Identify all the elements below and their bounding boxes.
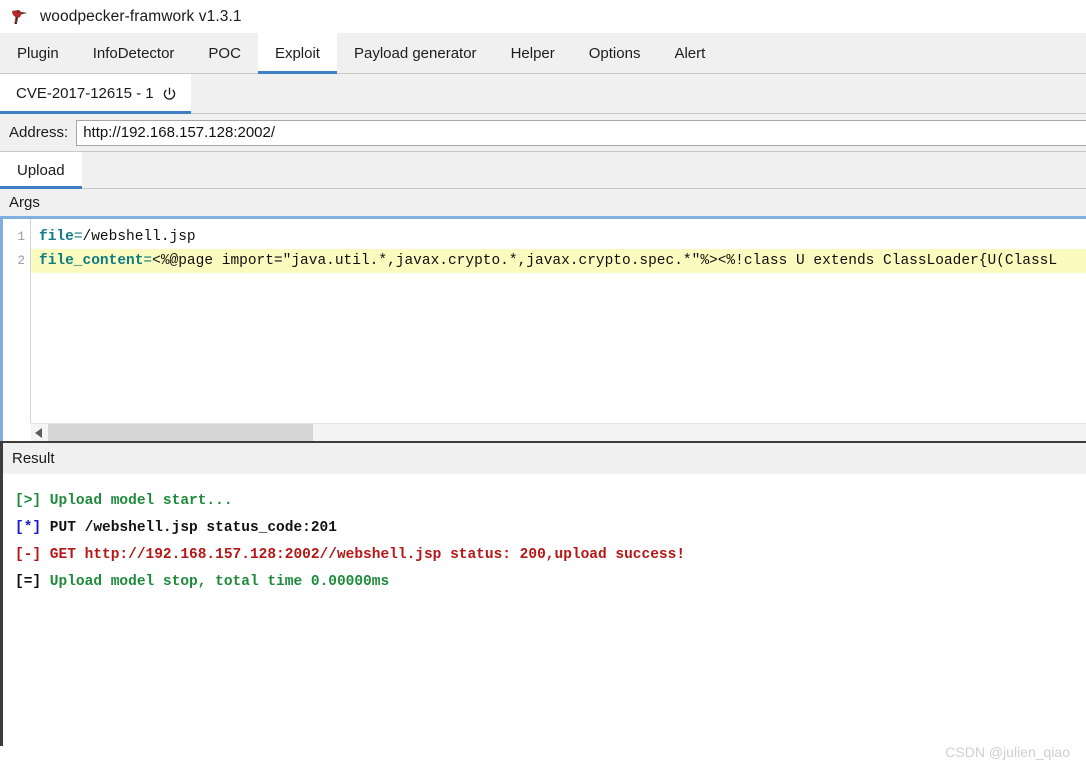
args-code-area[interactable]: file=/webshell.jsp file_content=<%@page … [31,219,1086,423]
tab-options[interactable]: Options [572,33,658,73]
module-tab-label: Upload [17,161,65,179]
tab-payload-generator[interactable]: Payload generator [337,33,494,73]
tab-plugin[interactable]: Plugin [0,33,76,73]
args-editor[interactable]: 1 2 file=/webshell.jsp file_content=<%@p… [0,219,1086,441]
args-label: Args [9,194,40,211]
line-number: 2 [17,254,25,268]
args-key: file [39,229,74,245]
result-line-text: Upload model stop, total time 0.00000ms [41,574,390,590]
args-line-file-content[interactable]: file_content=<%@page import="java.util.*… [31,249,1086,273]
address-input[interactable] [76,119,1086,146]
result-line-text: PUT /webshell.jsp status_code:201 [41,520,337,536]
result-line-text: GET http://192.168.157.128:2002//webshel… [41,547,686,563]
result-line-prefix: [-] [15,547,42,563]
module-tab-bar: Upload [0,152,1086,189]
editor-horizontal-scrollbar[interactable] [31,423,1086,441]
tab-label: Payload generator [353,44,477,62]
result-line: [-] GET http://192.168.157.128:2002//web… [15,542,1086,569]
result-line-prefix: [>] [15,493,42,509]
tab-label: Options [588,44,641,62]
args-line-file[interactable]: file=/webshell.jsp [31,225,1086,249]
main-tab-bar: Plugin InfoDetector POC Exploit Payload … [0,33,1086,74]
tab-label: InfoDetector [92,44,175,62]
session-tab-label: CVE-2017-12615 - 1 [16,85,154,102]
scrollbar-thumb[interactable] [48,424,313,441]
triangle-left-icon[interactable] [31,424,48,441]
tab-label: Exploit [274,44,320,62]
scrollbar-track[interactable] [48,424,1086,441]
app-title: woodpecker-framwork v1.3.1 [40,7,242,25]
args-equals: = [73,229,83,245]
args-equals: = [143,253,153,269]
address-label: Address: [9,124,69,141]
tab-alert[interactable]: Alert [657,33,722,73]
args-section-header: Args [0,189,1086,219]
result-line-prefix: [*] [15,520,42,536]
line-number: 1 [17,230,25,244]
tab-helper[interactable]: Helper [494,33,572,73]
tab-infodetector[interactable]: InfoDetector [76,33,192,73]
session-tab-cve-2017-12615[interactable]: CVE-2017-12615 - 1 [0,74,191,114]
result-line-prefix: [=] [15,574,42,590]
power-icon[interactable] [162,87,177,102]
result-output: [>] Upload model start... [*] PUT /websh… [0,474,1086,746]
result-line: [>] Upload model start... [15,488,1086,515]
tab-label: Alert [674,44,706,62]
args-value: <%@page import="java.util.*,javax.crypto… [152,253,1058,269]
result-line-text: Upload model start... [41,493,233,509]
args-editor-viewport: 1 2 file=/webshell.jsp file_content=<%@p… [3,219,1086,423]
module-tab-upload[interactable]: Upload [0,152,82,189]
tab-label: Plugin [17,44,59,62]
tab-label: POC [208,44,241,62]
result-section-header: Result [0,441,1086,474]
session-tab-bar: CVE-2017-12615 - 1 [0,74,1086,114]
title-bar: woodpecker-framwork v1.3.1 [0,0,1086,33]
result-label: Result [12,450,55,467]
tab-poc[interactable]: POC [191,33,258,73]
tab-label: Helper [510,44,555,62]
watermark: CSDN @julien_qiao [945,744,1070,760]
result-line: [=] Upload model stop, total time 0.0000… [15,569,1086,596]
woodpecker-icon [8,6,30,28]
tab-exploit[interactable]: Exploit [257,33,337,74]
line-number-gutter: 1 2 [3,219,31,423]
args-key: file_content [39,253,144,269]
address-bar: Address: [0,114,1086,152]
result-line: [*] PUT /webshell.jsp status_code:201 [15,515,1086,542]
args-value: /webshell.jsp [82,229,196,245]
